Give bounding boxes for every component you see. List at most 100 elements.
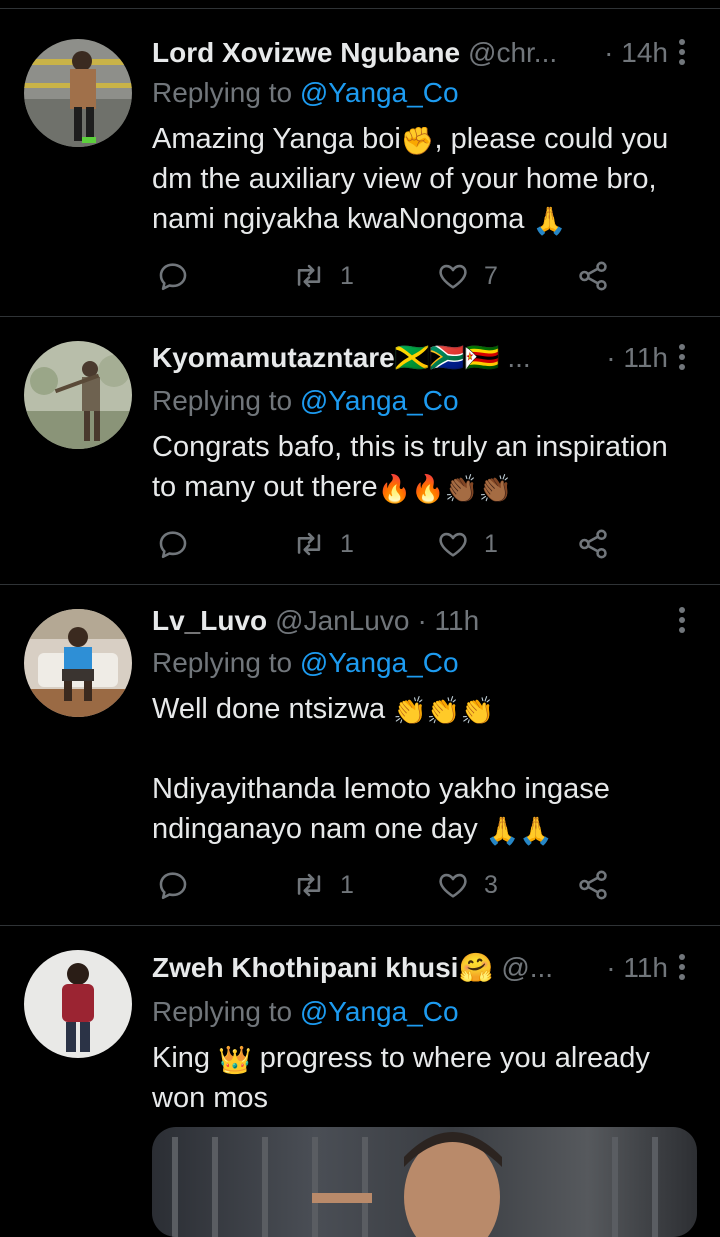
replying-handle-link[interactable]: @Yanga_Co	[300, 385, 459, 416]
text-line: Amazing Yanga boi✊, please could you	[152, 123, 669, 156]
replying-label: Replying to	[152, 647, 293, 678]
fist-emoji: ✊	[400, 126, 435, 156]
tweet-actions: 1 3	[152, 865, 632, 905]
retweet-icon	[297, 532, 321, 556]
text-line: Congrats bafo, this is truly an inspirat…	[152, 431, 668, 463]
text-line: ndinganayo nam one day 🙏🙏	[152, 813, 554, 846]
person-avatar-icon	[24, 950, 132, 1058]
replying-label: Replying to	[152, 77, 293, 108]
tweet-text: Amazing Yanga boi✊, please could you dm …	[152, 119, 697, 239]
replying-to: Replying to @Yanga_Co	[152, 645, 459, 681]
person-avatar-icon	[24, 341, 132, 449]
reply-button[interactable]	[156, 865, 190, 905]
tweet-time[interactable]: · 11h	[606, 950, 668, 986]
retweet-count: 1	[340, 870, 354, 899]
reply-button[interactable]	[156, 256, 190, 296]
pray-emoji: 🙏🙏	[485, 816, 554, 846]
text-line: won mos	[152, 1082, 269, 1114]
more-options-icon[interactable]	[678, 39, 686, 67]
avatar[interactable]	[24, 609, 132, 717]
photo-thumbnail-icon	[172, 1132, 658, 1237]
avatar[interactable]	[24, 39, 132, 147]
tweet-3[interactable]: Lv_Luvo @JanLuvo · 11h Replying to @Yang…	[0, 585, 720, 926]
fire-clap-emoji: 🔥🔥👏🏾👏🏾	[377, 474, 513, 504]
tweet-time[interactable]: · 14h	[604, 35, 668, 71]
heart-icon	[439, 264, 467, 289]
crown-emoji: 👑	[218, 1045, 252, 1075]
text-line: King 👑 progress to where you already	[152, 1042, 650, 1075]
retweet-icon	[297, 873, 321, 897]
tweet-header: Zweh Khothipani khusi🤗 @...	[152, 950, 640, 986]
pray-emoji: 🙏	[532, 206, 567, 236]
person-avatar-icon	[24, 609, 132, 717]
author-handle[interactable]: @...	[501, 950, 553, 986]
tweet-actions: 1 7	[152, 256, 632, 296]
avatar[interactable]	[24, 341, 132, 449]
tweet-text: Well done ntsizwa 👏👏👏 Ndiyayithanda lemo…	[152, 689, 697, 849]
share-icon	[579, 870, 607, 900]
share-button[interactable]	[576, 865, 610, 905]
author-name[interactable]: Zweh Khothipani khusi🤗	[152, 950, 493, 986]
more-options-icon[interactable]	[678, 607, 686, 635]
replying-label: Replying to	[152, 385, 293, 416]
text-line: to many out there🔥🔥👏🏾👏🏾	[152, 471, 513, 504]
more-options-icon[interactable]	[678, 954, 686, 982]
person-avatar-icon	[24, 39, 132, 147]
replying-to: Replying to @Yanga_Co	[152, 383, 459, 419]
replying-to: Replying to @Yanga_Co	[152, 994, 459, 1030]
reply-icon	[159, 263, 187, 291]
retweet-button[interactable]: 1	[292, 865, 354, 905]
tweet-header: Kyomamutazntare🇯🇲🇿🇦🇿🇼 ...	[152, 340, 640, 376]
heart-icon	[439, 532, 467, 557]
clap-emoji: 👏👏👏	[393, 696, 495, 726]
author-name[interactable]: Lv_Luvo	[152, 603, 267, 639]
author-handle[interactable]: @chr...	[468, 35, 557, 71]
more-options-icon[interactable]	[678, 344, 686, 372]
top-divider	[0, 8, 720, 9]
replying-handle-link[interactable]: @Yanga_Co	[300, 647, 459, 678]
text-line: dm the auxiliary view of your home bro,	[152, 163, 657, 195]
reply-button[interactable]	[156, 524, 190, 564]
share-icon	[579, 529, 607, 559]
tweet-1[interactable]: Lord Xovizwe Ngubane @chr... · 14h Reply…	[0, 15, 720, 317]
author-handle[interactable]: ...	[507, 340, 530, 376]
heart-icon	[439, 873, 467, 898]
tweet-text: King 👑 progress to where you already won…	[152, 1038, 697, 1118]
like-count: 7	[484, 261, 498, 290]
share-button[interactable]	[576, 524, 610, 564]
like-count: 3	[484, 870, 498, 899]
text-line: nami ngiyakha kwaNongoma 🙏	[152, 203, 567, 236]
tweet-actions: 1 1	[152, 524, 632, 564]
like-button[interactable]: 1	[436, 524, 498, 564]
tweet-media-image[interactable]	[152, 1127, 697, 1237]
share-button[interactable]	[576, 256, 610, 296]
text-line: Ndiyayithanda lemoto yakho ingase	[152, 773, 610, 805]
tweet-time[interactable]: · 11h	[417, 603, 479, 639]
like-count: 1	[484, 529, 498, 558]
share-icon	[579, 261, 607, 291]
like-button[interactable]: 3	[436, 865, 498, 905]
reply-icon	[159, 531, 187, 559]
replying-to: Replying to @Yanga_Co	[152, 75, 459, 111]
retweet-count: 1	[340, 529, 354, 558]
text-line	[152, 729, 697, 769]
tweet-header: Lord Xovizwe Ngubane @chr...	[152, 35, 640, 71]
tweet-header: Lv_Luvo @JanLuvo · 11h	[152, 603, 640, 639]
replying-handle-link[interactable]: @Yanga_Co	[300, 996, 459, 1027]
avatar[interactable]	[24, 950, 132, 1058]
author-name[interactable]: Lord Xovizwe Ngubane	[152, 35, 460, 71]
text-line: Well done ntsizwa 👏👏👏	[152, 693, 495, 726]
like-button[interactable]: 7	[436, 256, 498, 296]
author-name[interactable]: Kyomamutazntare🇯🇲🇿🇦🇿🇼	[152, 340, 499, 376]
tweet-text: Congrats bafo, this is truly an inspirat…	[152, 427, 697, 507]
retweet-button[interactable]: 1	[292, 524, 354, 564]
replying-handle-link[interactable]: @Yanga_Co	[300, 77, 459, 108]
tweet-time[interactable]: · 11h	[606, 340, 668, 376]
author-handle[interactable]: @JanLuvo	[275, 603, 409, 639]
retweet-button[interactable]: 1	[292, 256, 354, 296]
retweet-icon	[297, 264, 321, 288]
tweet-2[interactable]: Kyomamutazntare🇯🇲🇿🇦🇿🇼 ... · 11h Replying…	[0, 317, 720, 585]
replying-label: Replying to	[152, 996, 293, 1027]
retweet-count: 1	[340, 261, 354, 290]
reply-icon	[159, 872, 187, 900]
